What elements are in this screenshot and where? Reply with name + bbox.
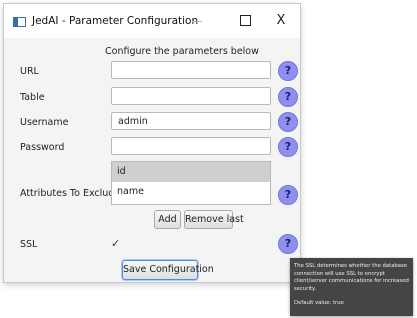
table-input[interactable] [111, 87, 271, 105]
url-help-button[interactable]: ? [278, 61, 298, 81]
attributes-list[interactable]: id name [111, 161, 271, 205]
title-bar[interactable]: JedAI - Parameter Configuration X [4, 4, 300, 38]
list-item[interactable]: id [112, 162, 270, 182]
url-label: URL [20, 66, 39, 77]
maximize-icon [239, 15, 251, 26]
attributes-help-button[interactable]: ? [278, 185, 298, 205]
username-help-button[interactable]: ? [278, 112, 298, 132]
table-label: Table [20, 92, 45, 103]
password-input[interactable] [111, 137, 271, 155]
tooltip-default-value: Default value: true [294, 300, 344, 307]
close-icon: X [276, 13, 286, 28]
username-input[interactable] [111, 112, 271, 130]
save-configuration-button[interactable]: Save Configuration [122, 260, 214, 280]
ssl-help-button[interactable]: ? [278, 234, 298, 254]
password-help-button[interactable]: ? [278, 137, 298, 157]
remove-last-button[interactable]: Remove last [184, 210, 244, 229]
ssl-checkbox[interactable]: ✓ [111, 238, 123, 250]
list-item[interactable]: name [112, 182, 270, 202]
password-label: Password [20, 142, 65, 153]
username-label: Username [20, 117, 69, 128]
ssl-tooltip: The SSL determines whether the database … [290, 258, 413, 316]
minimize-icon [192, 21, 202, 22]
maximize-button[interactable] [230, 10, 260, 32]
window-title: JedAI - Parameter Configuration [32, 15, 199, 27]
table-help-button[interactable]: ? [278, 87, 298, 107]
attributes-label: Attributes To Exclude [20, 188, 121, 199]
url-input[interactable] [111, 61, 271, 79]
parameter-config-window: JedAI - Parameter Configuration X Config… [3, 3, 301, 283]
form-heading: Configure the parameters below [105, 46, 259, 57]
close-button[interactable]: X [266, 10, 296, 32]
app-window-icon [13, 17, 26, 27]
tooltip-description: The SSL determines whether the database … [294, 263, 409, 292]
add-attribute-button[interactable]: Add [154, 210, 181, 229]
ssl-label: SSL [20, 239, 38, 250]
minimize-button[interactable] [182, 10, 212, 32]
